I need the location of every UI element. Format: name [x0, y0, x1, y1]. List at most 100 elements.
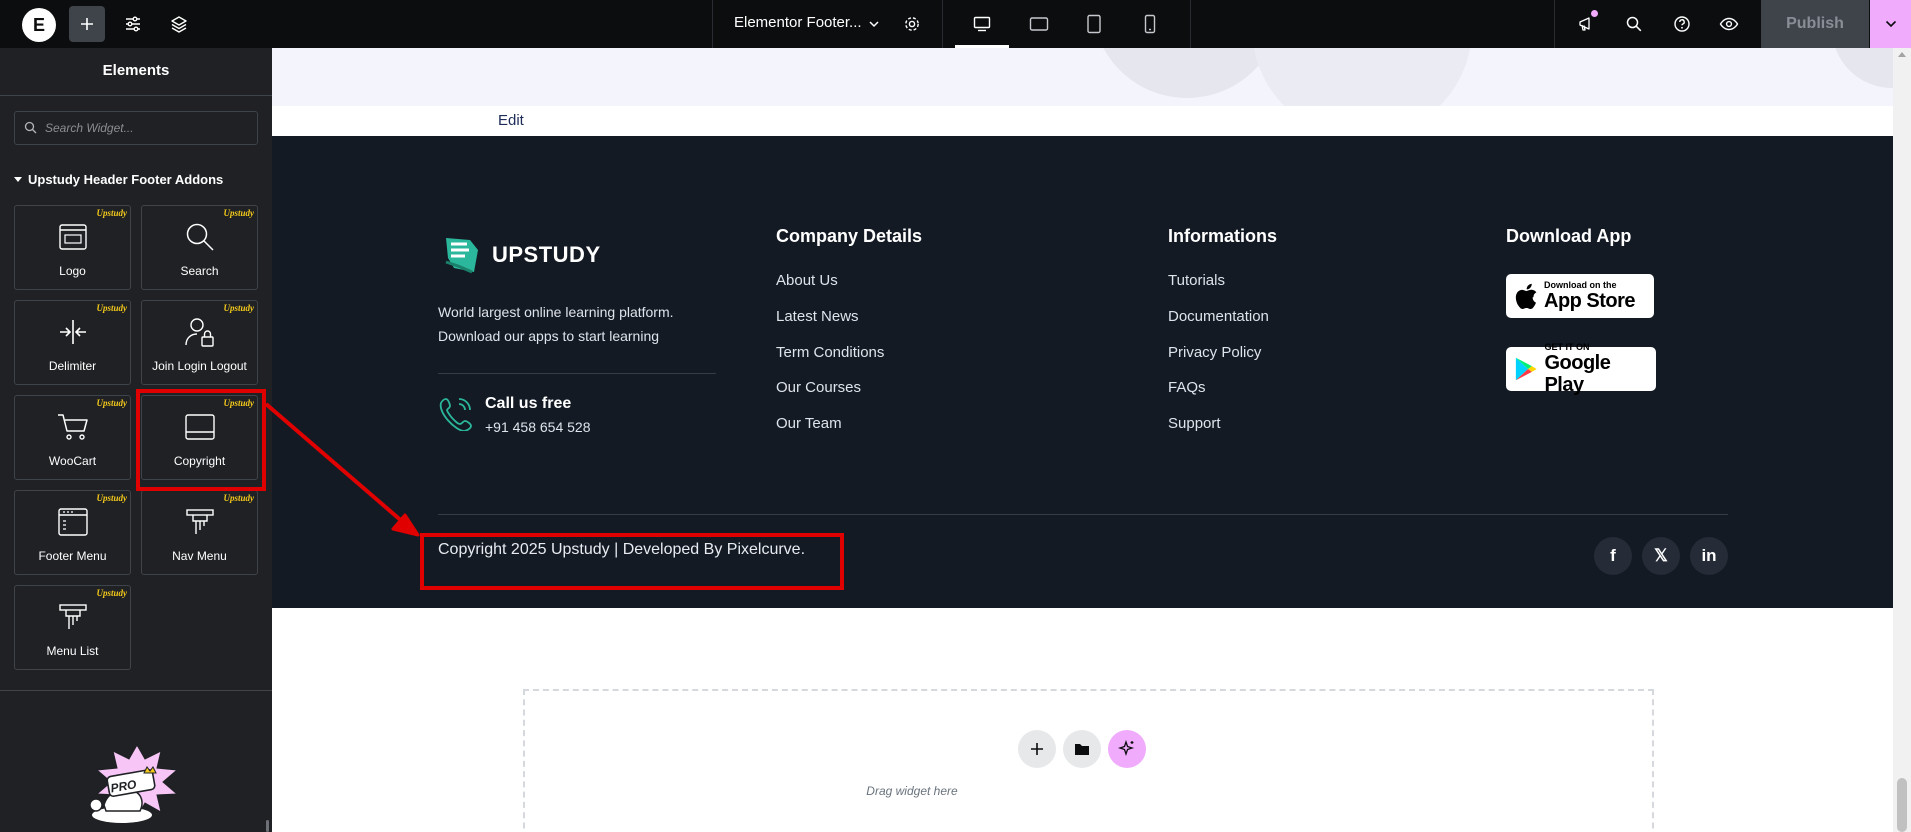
upstudy-badge: Upstudy [96, 398, 127, 408]
footer-link-privacy-policy[interactable]: Privacy Policy [1168, 344, 1261, 361]
desktop-view-button[interactable] [964, 6, 1000, 42]
brand-name: UPSTUDY [492, 242, 601, 267]
login-widget-icon [142, 315, 257, 349]
company-details-title: Company Details [776, 226, 923, 246]
about-text: World largest online learning platform. … [438, 300, 708, 348]
site-settings-button[interactable] [115, 6, 151, 42]
notification-dot [1591, 10, 1598, 17]
add-section-button[interactable] [1018, 730, 1056, 768]
x-button[interactable]: 𝕏 [1642, 537, 1680, 575]
tablet-landscape-icon [1029, 17, 1049, 31]
tablet-portrait-view-button[interactable] [1076, 6, 1112, 42]
canvas-scrollbar[interactable] [1893, 48, 1911, 832]
canvas-scroll-thumb[interactable] [1897, 778, 1907, 832]
footer-link-our-team[interactable]: Our Team [776, 415, 842, 432]
widget-label: Footer Menu [38, 549, 107, 563]
whats-new-button[interactable] [1568, 6, 1604, 42]
footer-link-support[interactable]: Support [1168, 415, 1221, 432]
add-element-button[interactable] [69, 6, 105, 42]
footer-link-our-courses[interactable]: Our Courses [776, 379, 861, 396]
widget-join-login-logout[interactable]: Upstudy Join Login Logout [141, 300, 258, 385]
widget-logo[interactable]: Upstudy Logo [14, 205, 131, 290]
edit-link[interactable]: Edit [498, 112, 524, 129]
upstudy-badge: Upstudy [223, 303, 254, 313]
footer-link-faqs[interactable]: FAQs [1168, 379, 1206, 396]
facebook-icon: f [1610, 546, 1616, 565]
help-button[interactable] [1664, 6, 1700, 42]
footer-logo[interactable]: UPSTUDY [442, 234, 601, 276]
widget-woocart[interactable]: Upstudy WooCart [14, 395, 131, 480]
upstudy-badge: Upstudy [223, 493, 254, 503]
app-store-small-text: Download on the [1544, 280, 1617, 290]
cart-widget-icon [15, 410, 130, 444]
google-play-big-text: Google Play [1544, 352, 1611, 396]
about-line-2: Download our apps to start learning [438, 328, 660, 344]
linkedin-button[interactable]: in [1690, 537, 1728, 575]
ai-sparkle-icon [1118, 740, 1135, 757]
search-widget-icon [142, 220, 257, 254]
download-app-title: Download App [1506, 226, 1632, 246]
mobile-view-button[interactable] [1132, 6, 1168, 42]
scroll-up-arrow[interactable] [1898, 52, 1906, 57]
facebook-button[interactable]: f [1594, 537, 1632, 575]
widget-delimiter[interactable]: Upstudy Delimiter [14, 300, 131, 385]
page-settings-button[interactable] [894, 6, 930, 42]
call-number[interactable]: +91 458 654 528 [485, 419, 591, 435]
tablet-landscape-view-button[interactable] [1021, 6, 1057, 42]
footer-menu-widget-icon [15, 505, 130, 539]
widget-menu-list[interactable]: Upstudy Menu List [14, 585, 131, 670]
footer-link-documentation[interactable]: Documentation [1168, 308, 1269, 325]
panel-scrollbar[interactable] [266, 820, 269, 832]
linkedin-icon: in [1701, 546, 1717, 565]
widget-label: Join Login Logout [152, 359, 247, 373]
widget-search-input[interactable] [45, 112, 253, 144]
plus-icon [1031, 743, 1043, 755]
add-template-button[interactable] [1063, 730, 1101, 768]
document-dropdown-button[interactable] [856, 6, 892, 42]
apple-icon [1515, 283, 1537, 309]
desktop-icon [973, 16, 991, 32]
informations-title: Informations [1168, 226, 1278, 246]
publish-button[interactable]: Publish [1761, 0, 1869, 48]
preview-button[interactable] [1711, 6, 1747, 42]
footer-link-term-conditions[interactable]: Term Conditions [776, 344, 884, 361]
widget-label: Logo [59, 264, 86, 278]
widget-nav-menu[interactable]: Upstudy Nav Menu [141, 490, 258, 575]
upstudy-badge: Upstudy [96, 303, 127, 313]
google-play-badge[interactable]: GET IT ON Google Play [1506, 342, 1656, 396]
tablet-portrait-icon [1087, 14, 1101, 34]
editor-canvas: Edit UPSTUDY World largest online learni… [272, 48, 1911, 832]
folder-icon [1075, 744, 1089, 755]
megaphone-icon [1579, 17, 1590, 31]
app-store-badge[interactable]: Download on the App Store [1506, 274, 1654, 318]
pro-promo-illustration[interactable]: PRO [82, 743, 192, 828]
widget-search-box [14, 111, 258, 145]
widget-label: Search [180, 264, 219, 278]
footer-link-tutorials[interactable]: Tutorials [1168, 272, 1225, 289]
ai-generate-button[interactable] [1108, 730, 1146, 768]
finder-search-button[interactable] [1616, 6, 1652, 42]
widget-label: WooCart [48, 454, 97, 468]
footer-link-latest-news[interactable]: Latest News [776, 308, 859, 325]
nav-menu-widget-icon [142, 505, 257, 539]
widget-footer-menu[interactable]: Upstudy Footer Menu [14, 490, 131, 575]
elementor-logo-button[interactable]: E [22, 8, 56, 42]
mobile-icon [1144, 14, 1156, 34]
google-play-small-text: GET IT ON [1544, 342, 1590, 352]
caret-down-icon [14, 177, 22, 182]
layers-icon [171, 16, 187, 33]
widget-category-toggle[interactable]: Upstudy Header Footer Addons [14, 172, 223, 187]
structure-button[interactable] [161, 6, 197, 42]
document-title[interactable]: Elementor Footer... [734, 14, 862, 31]
widget-category-label: Upstudy Header Footer Addons [28, 172, 224, 187]
eye-icon [1719, 17, 1739, 31]
logo-widget-icon [15, 220, 130, 254]
search-icon [24, 121, 37, 134]
delimiter-widget-icon [15, 315, 130, 349]
footer-link-about-us[interactable]: About Us [776, 272, 838, 289]
phone-icon [439, 398, 472, 431]
widget-search[interactable]: Upstudy Search [141, 205, 258, 290]
sliders-icon [126, 16, 140, 32]
highlight-copyright-widget [136, 389, 266, 491]
publish-options-button[interactable] [1870, 0, 1911, 48]
